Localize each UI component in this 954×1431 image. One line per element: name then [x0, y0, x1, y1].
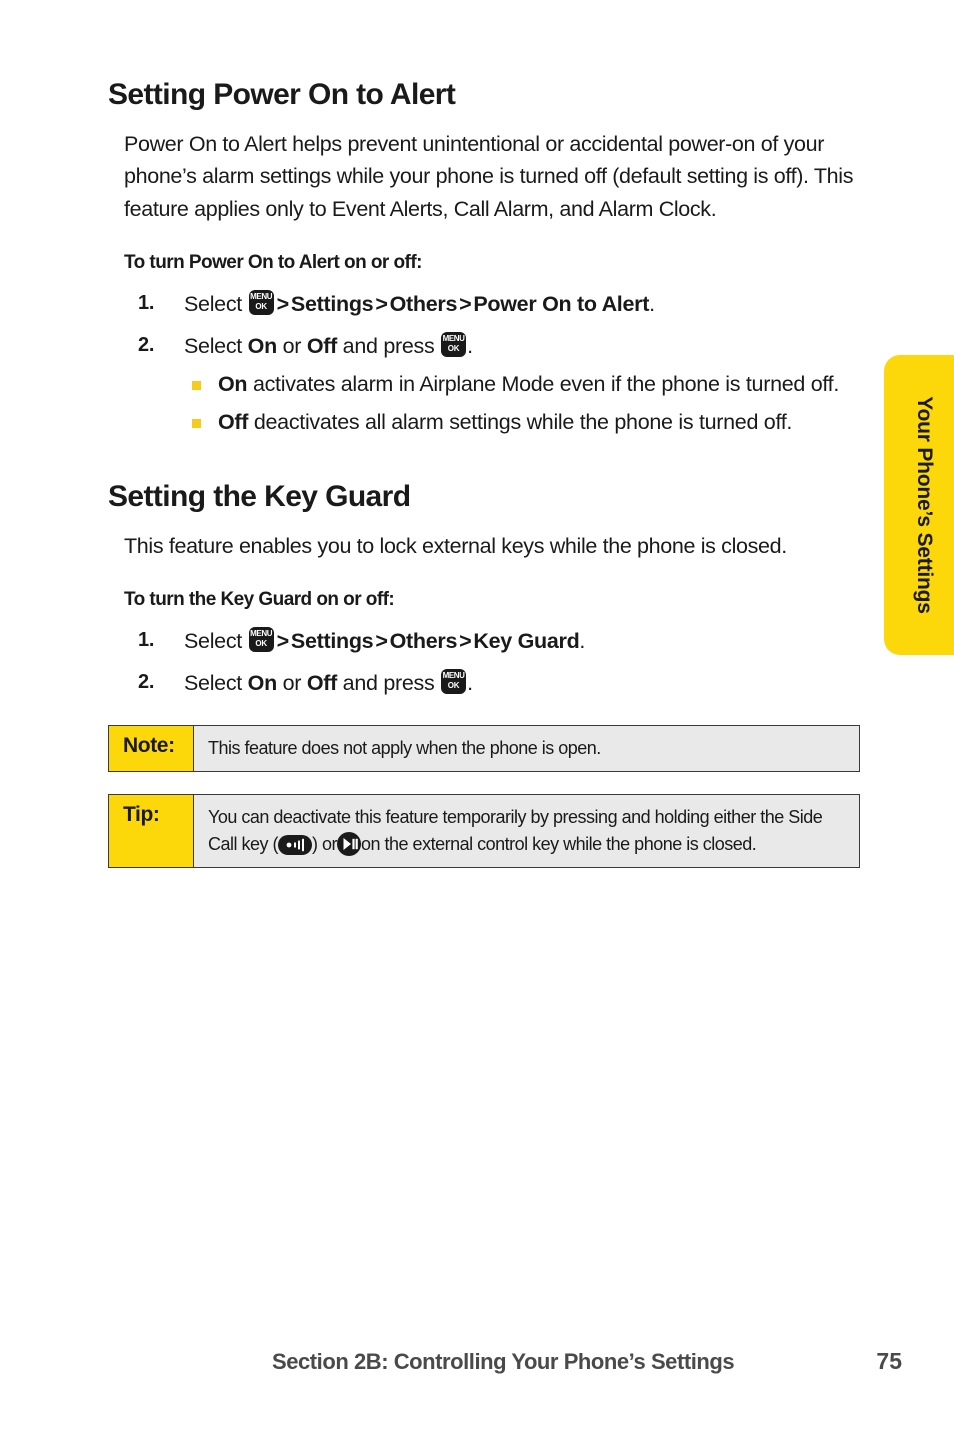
step-item: 2. Select On or Off and press MENU OK. On … [108, 330, 860, 439]
steps-power-on-to-alert: 1. Select MENU OK >Settings>Others>Power On… [108, 288, 860, 439]
menu-path-settings: Settings [290, 291, 374, 316]
note-text: This feature does not apply when the pho… [208, 737, 601, 758]
note-callout: Note: This feature does not apply when t… [108, 724, 860, 773]
option-on: On [247, 670, 278, 695]
step-period: . [467, 670, 473, 695]
menu-path-target: Power On to Alert [473, 291, 650, 316]
tip-text: You can deactivate this feature temporar… [194, 795, 859, 867]
step-number: 1. [138, 291, 155, 314]
menu-separator: > [459, 291, 472, 316]
step-period: . [649, 291, 655, 316]
step-item: 1. Select MENU OK >Settings>Others>Key Guar… [108, 625, 860, 659]
step-number: 2. [138, 333, 155, 356]
step-tail-text: and press [342, 670, 435, 695]
step-lead-text: Select [184, 333, 242, 358]
menu-ok-key-line1: MENU [442, 670, 465, 680]
step-period: . [579, 628, 586, 653]
menu-ok-key-line1: MENU [250, 628, 273, 638]
menu-ok-key-icon: MENU OK [248, 289, 274, 315]
step-period: . [467, 333, 473, 358]
tip-label: Tip: [109, 795, 194, 867]
step-conjunction: or [282, 670, 302, 695]
section-body-power-on-to-alert: Power On to Alert helps prevent unintent… [124, 131, 854, 221]
tip-text-part2: ) or [312, 833, 338, 854]
menu-ok-key-line2: OK [447, 343, 460, 353]
sub-heading-key-guard: To turn the Key Guard on or off: [124, 588, 395, 610]
tip-text-part3: on the external control key while the ph… [361, 833, 757, 854]
manual-page: Your Phone’s Settings Setting Power On t… [0, 0, 954, 1431]
section-body-key-guard: This feature enables you to lock externa… [124, 533, 787, 558]
menu-ok-key-line2: OK [255, 638, 267, 648]
menu-path-target: Key Guard [473, 628, 580, 653]
tip-callout: Tip: You can deactivate this feature tem… [108, 794, 860, 868]
bullet-text: activates alarm in Airplane Mode even if… [252, 371, 840, 396]
play-pause-key-icon [337, 831, 362, 856]
footer-section-title: Section 2B: Controlling Your Phone’s Set… [272, 1349, 735, 1374]
menu-separator: > [375, 628, 388, 653]
menu-ok-key-line1: MENU [442, 333, 465, 343]
step-lead-text: Select [184, 291, 242, 316]
step-tail-text: and press [342, 333, 435, 358]
option-off: Off [306, 670, 337, 695]
menu-ok-key-icon: MENU OK [248, 626, 274, 652]
menu-path-others: Others [389, 291, 458, 316]
list-item: Off deactivates all alarm settings while… [184, 406, 860, 438]
note-label: Note: [109, 725, 194, 772]
menu-separator: > [276, 628, 290, 653]
step-lead-text: Select [184, 670, 242, 695]
menu-ok-key-line1: MENU [250, 291, 273, 301]
step-item: 2. Select On or Off and press MENU OK. [108, 667, 860, 701]
option-on: On [247, 333, 278, 358]
menu-path-others: Others [389, 628, 458, 653]
menu-path-settings: Settings [290, 628, 374, 653]
menu-separator: > [276, 291, 290, 316]
section-heading-power-on-to-alert: Setting Power On to Alert [108, 78, 456, 111]
menu-ok-key-icon: MENU OK [441, 668, 467, 694]
list-item: On activates alarm in Airplane Mode even… [184, 368, 860, 400]
bullet-term: On [218, 371, 248, 396]
menu-separator: > [459, 628, 472, 653]
step-lead-text: Select [184, 628, 242, 653]
bullet-text: deactivates all alarm settings while the… [253, 410, 793, 435]
menu-ok-key-line2: OK [255, 301, 267, 311]
side-tab: Your Phone’s Settings [884, 355, 954, 655]
page-content: Setting Power On to Alert Power On to Al… [108, 78, 860, 868]
step-item: 1. Select MENU OK >Settings>Others>Power On… [108, 288, 860, 322]
bullet-term: Off [218, 410, 249, 435]
steps-key-guard: 1. Select MENU OK >Settings>Others>Key Guar… [108, 625, 860, 701]
option-description-list: On activates alarm in Airplane Mode even… [184, 368, 860, 439]
side-tab-label: Your Phone’s Settings [913, 396, 936, 614]
side-call-key-icon [278, 834, 313, 855]
menu-ok-key-icon: MENU OK [441, 331, 467, 357]
step-number: 1. [138, 628, 155, 651]
page-footer: Section 2B: Controlling Your Phone’s Set… [272, 1348, 902, 1375]
section-heading-key-guard: Setting the Key Guard [108, 480, 411, 514]
step-conjunction: or [282, 333, 302, 358]
option-off: Off [306, 333, 337, 358]
menu-separator: > [375, 291, 388, 316]
menu-ok-key-line2: OK [447, 680, 460, 690]
sub-heading-power-on-to-alert: To turn Power On to Alert on or off: [124, 251, 422, 273]
step-number: 2. [138, 670, 155, 693]
footer-page-number: 75 [876, 1348, 902, 1374]
